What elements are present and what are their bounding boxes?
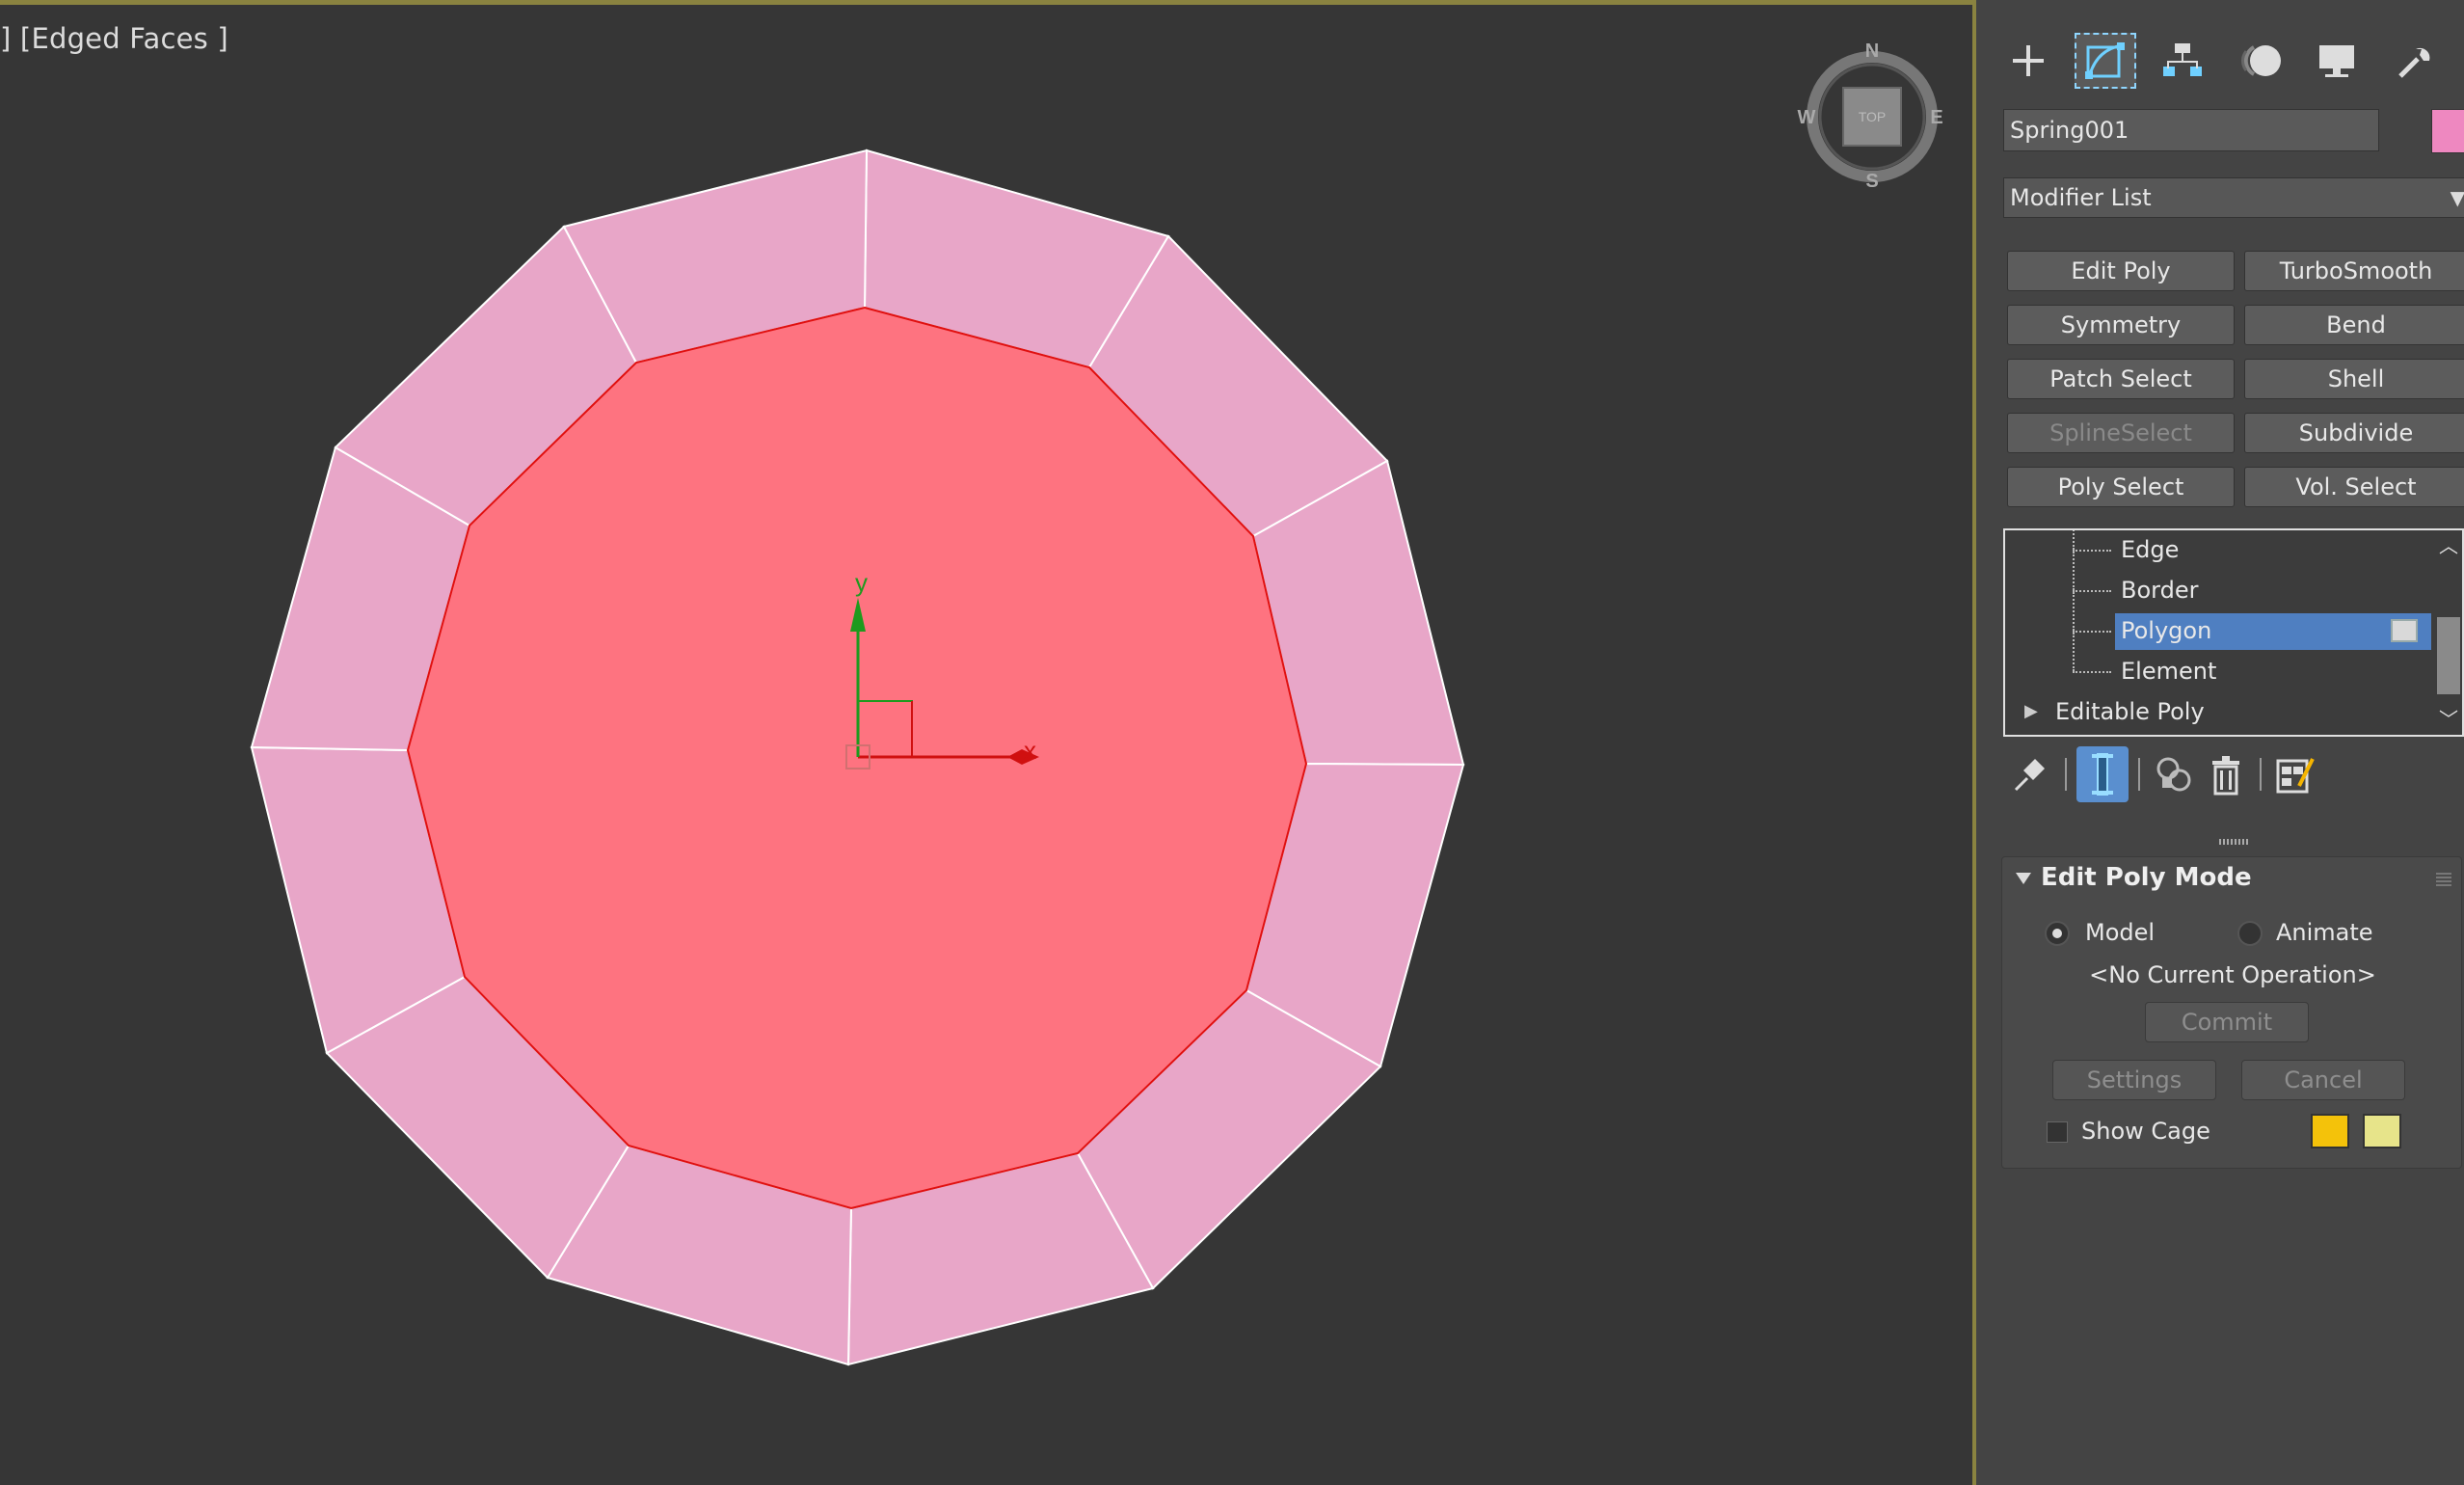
stack-item-checkbox[interactable] bbox=[2391, 619, 2418, 642]
viewcube[interactable]: TOP N S E W bbox=[1793, 36, 1947, 190]
remove-modifier-button[interactable] bbox=[2200, 746, 2252, 802]
rollout-grip-icon[interactable] bbox=[2436, 871, 2451, 886]
chevron-down-icon: ▼ bbox=[2450, 186, 2464, 209]
modifier-list-dropdown[interactable]: Modifier List ▼ bbox=[2003, 177, 2464, 218]
edit-poly-button[interactable]: Edit Poly bbox=[2007, 251, 2235, 291]
scene-canvas[interactable]: x y bbox=[0, 5, 1976, 1485]
subdivide-button[interactable]: Subdivide bbox=[2244, 413, 2464, 453]
tab-create[interactable] bbox=[1997, 33, 2059, 89]
pin-icon bbox=[2014, 759, 2045, 792]
viewport-label[interactable]: ] [Edged Faces ] bbox=[0, 22, 228, 55]
tab-modify[interactable] bbox=[2075, 33, 2136, 89]
edit-poly-mode-rollout: Edit Poly Mode Model Animate <No Current… bbox=[2001, 856, 2462, 1169]
command-panel: Spring001 Modifier List ▼ Edit Poly Turb… bbox=[1988, 0, 2464, 1485]
panel-splitter[interactable] bbox=[2219, 839, 2248, 845]
show-end-result-icon bbox=[2092, 753, 2113, 796]
stack-item-editable-poly[interactable]: ▶ Editable Poly bbox=[2005, 692, 2431, 731]
stack-item-label: Element bbox=[2121, 658, 2217, 685]
splineselect-button[interactable]: SplineSelect bbox=[2007, 413, 2235, 453]
show-end-result-button[interactable] bbox=[2076, 746, 2129, 802]
cancel-button[interactable]: Cancel bbox=[2241, 1060, 2405, 1100]
gizmo-x-label: x bbox=[1024, 736, 1036, 765]
turbosmooth-button[interactable]: TurboSmooth bbox=[2244, 251, 2464, 291]
compass-s: S bbox=[1865, 171, 1878, 190]
tab-utilities[interactable] bbox=[2383, 33, 2445, 89]
tab-hierarchy[interactable] bbox=[2152, 33, 2213, 89]
tab-display[interactable] bbox=[2306, 33, 2368, 89]
scroll-down-icon[interactable]: ﹀ bbox=[2439, 704, 2458, 732]
vol-select-button[interactable]: Vol. Select bbox=[2244, 467, 2464, 507]
stack-item-element[interactable]: Element bbox=[2005, 633, 2431, 690]
display-icon bbox=[2319, 45, 2354, 77]
trash-icon bbox=[2212, 756, 2239, 796]
object-color-swatch[interactable] bbox=[2431, 109, 2464, 153]
show-cage-label: Show Cage bbox=[2081, 1118, 2210, 1145]
pin-stack-button[interactable] bbox=[2003, 746, 2055, 802]
bend-button[interactable]: Bend bbox=[2244, 305, 2464, 345]
wrench-icon bbox=[2398, 47, 2430, 78]
poly-select-button[interactable]: Poly Select bbox=[2007, 467, 2235, 507]
cage-selected-color-swatch[interactable] bbox=[2363, 1114, 2401, 1148]
symmetry-button[interactable]: Symmetry bbox=[2007, 305, 2235, 345]
stack-item-label: Editable Poly bbox=[2055, 698, 2205, 725]
hierarchy-icon bbox=[2163, 43, 2202, 76]
configure-sets-icon bbox=[2276, 758, 2315, 794]
commit-button[interactable]: Commit bbox=[2145, 1002, 2309, 1042]
model-radio[interactable] bbox=[2045, 921, 2070, 946]
current-operation-label: <No Current Operation> bbox=[2089, 961, 2376, 988]
rollout-title[interactable]: Edit Poly Mode bbox=[2041, 863, 2252, 892]
motion-icon bbox=[2241, 45, 2281, 76]
compass-w: W bbox=[1798, 107, 1816, 128]
viewcube-face[interactable]: TOP bbox=[1859, 109, 1887, 124]
make-unique-button[interactable] bbox=[2148, 746, 2200, 802]
animate-label: Animate bbox=[2276, 919, 2373, 946]
make-unique-icon bbox=[2156, 757, 2191, 792]
configure-modifier-sets-button[interactable] bbox=[2269, 746, 2321, 802]
object-name-field[interactable]: Spring001 bbox=[2003, 109, 2379, 151]
compass-e: E bbox=[1930, 107, 1942, 128]
modify-icon bbox=[2085, 42, 2125, 79]
modifier-stack[interactable]: Edge Border Polygon Element ▶ Editable P… bbox=[2003, 528, 2464, 737]
stack-toolbar bbox=[2003, 746, 2464, 808]
model-label: Model bbox=[2085, 919, 2156, 946]
patch-select-button[interactable]: Patch Select bbox=[2007, 359, 2235, 399]
gizmo-y-label: y bbox=[855, 568, 868, 597]
stack-item-polygon[interactable]: Polygon bbox=[2005, 592, 2431, 650]
stack-scrollbar[interactable]: ︿ ﹀ bbox=[2435, 530, 2462, 735]
plus-icon bbox=[2013, 45, 2044, 76]
cage-color-swatch[interactable] bbox=[2311, 1114, 2349, 1148]
expand-triangle-icon[interactable]: ▶ bbox=[2024, 692, 2038, 731]
shell-button[interactable]: Shell bbox=[2244, 359, 2464, 399]
stack-item-edge[interactable]: Edge bbox=[2005, 530, 2431, 569]
stack-item-label: Edge bbox=[2121, 536, 2180, 563]
collapse-triangle-icon[interactable] bbox=[2016, 873, 2031, 884]
scroll-up-icon[interactable]: ︿ bbox=[2439, 530, 2458, 558]
scroll-thumb[interactable] bbox=[2437, 617, 2460, 694]
compass-n: N bbox=[1865, 40, 1879, 62]
settings-button[interactable]: Settings bbox=[2052, 1060, 2216, 1100]
tab-motion[interactable] bbox=[2229, 33, 2290, 89]
stack-item-border[interactable]: Border bbox=[2005, 552, 2431, 609]
show-cage-checkbox[interactable] bbox=[2047, 1121, 2068, 1143]
modifier-list-label: Modifier List bbox=[2010, 184, 2152, 211]
command-tabs bbox=[1988, 27, 2464, 94]
stack-item-label: Border bbox=[2121, 577, 2199, 604]
stack-item-label: Polygon bbox=[2121, 617, 2212, 644]
viewport[interactable]: x y ] [Edged Faces ] TOP N S E W bbox=[0, 0, 1976, 1485]
animate-radio[interactable] bbox=[2237, 921, 2263, 946]
